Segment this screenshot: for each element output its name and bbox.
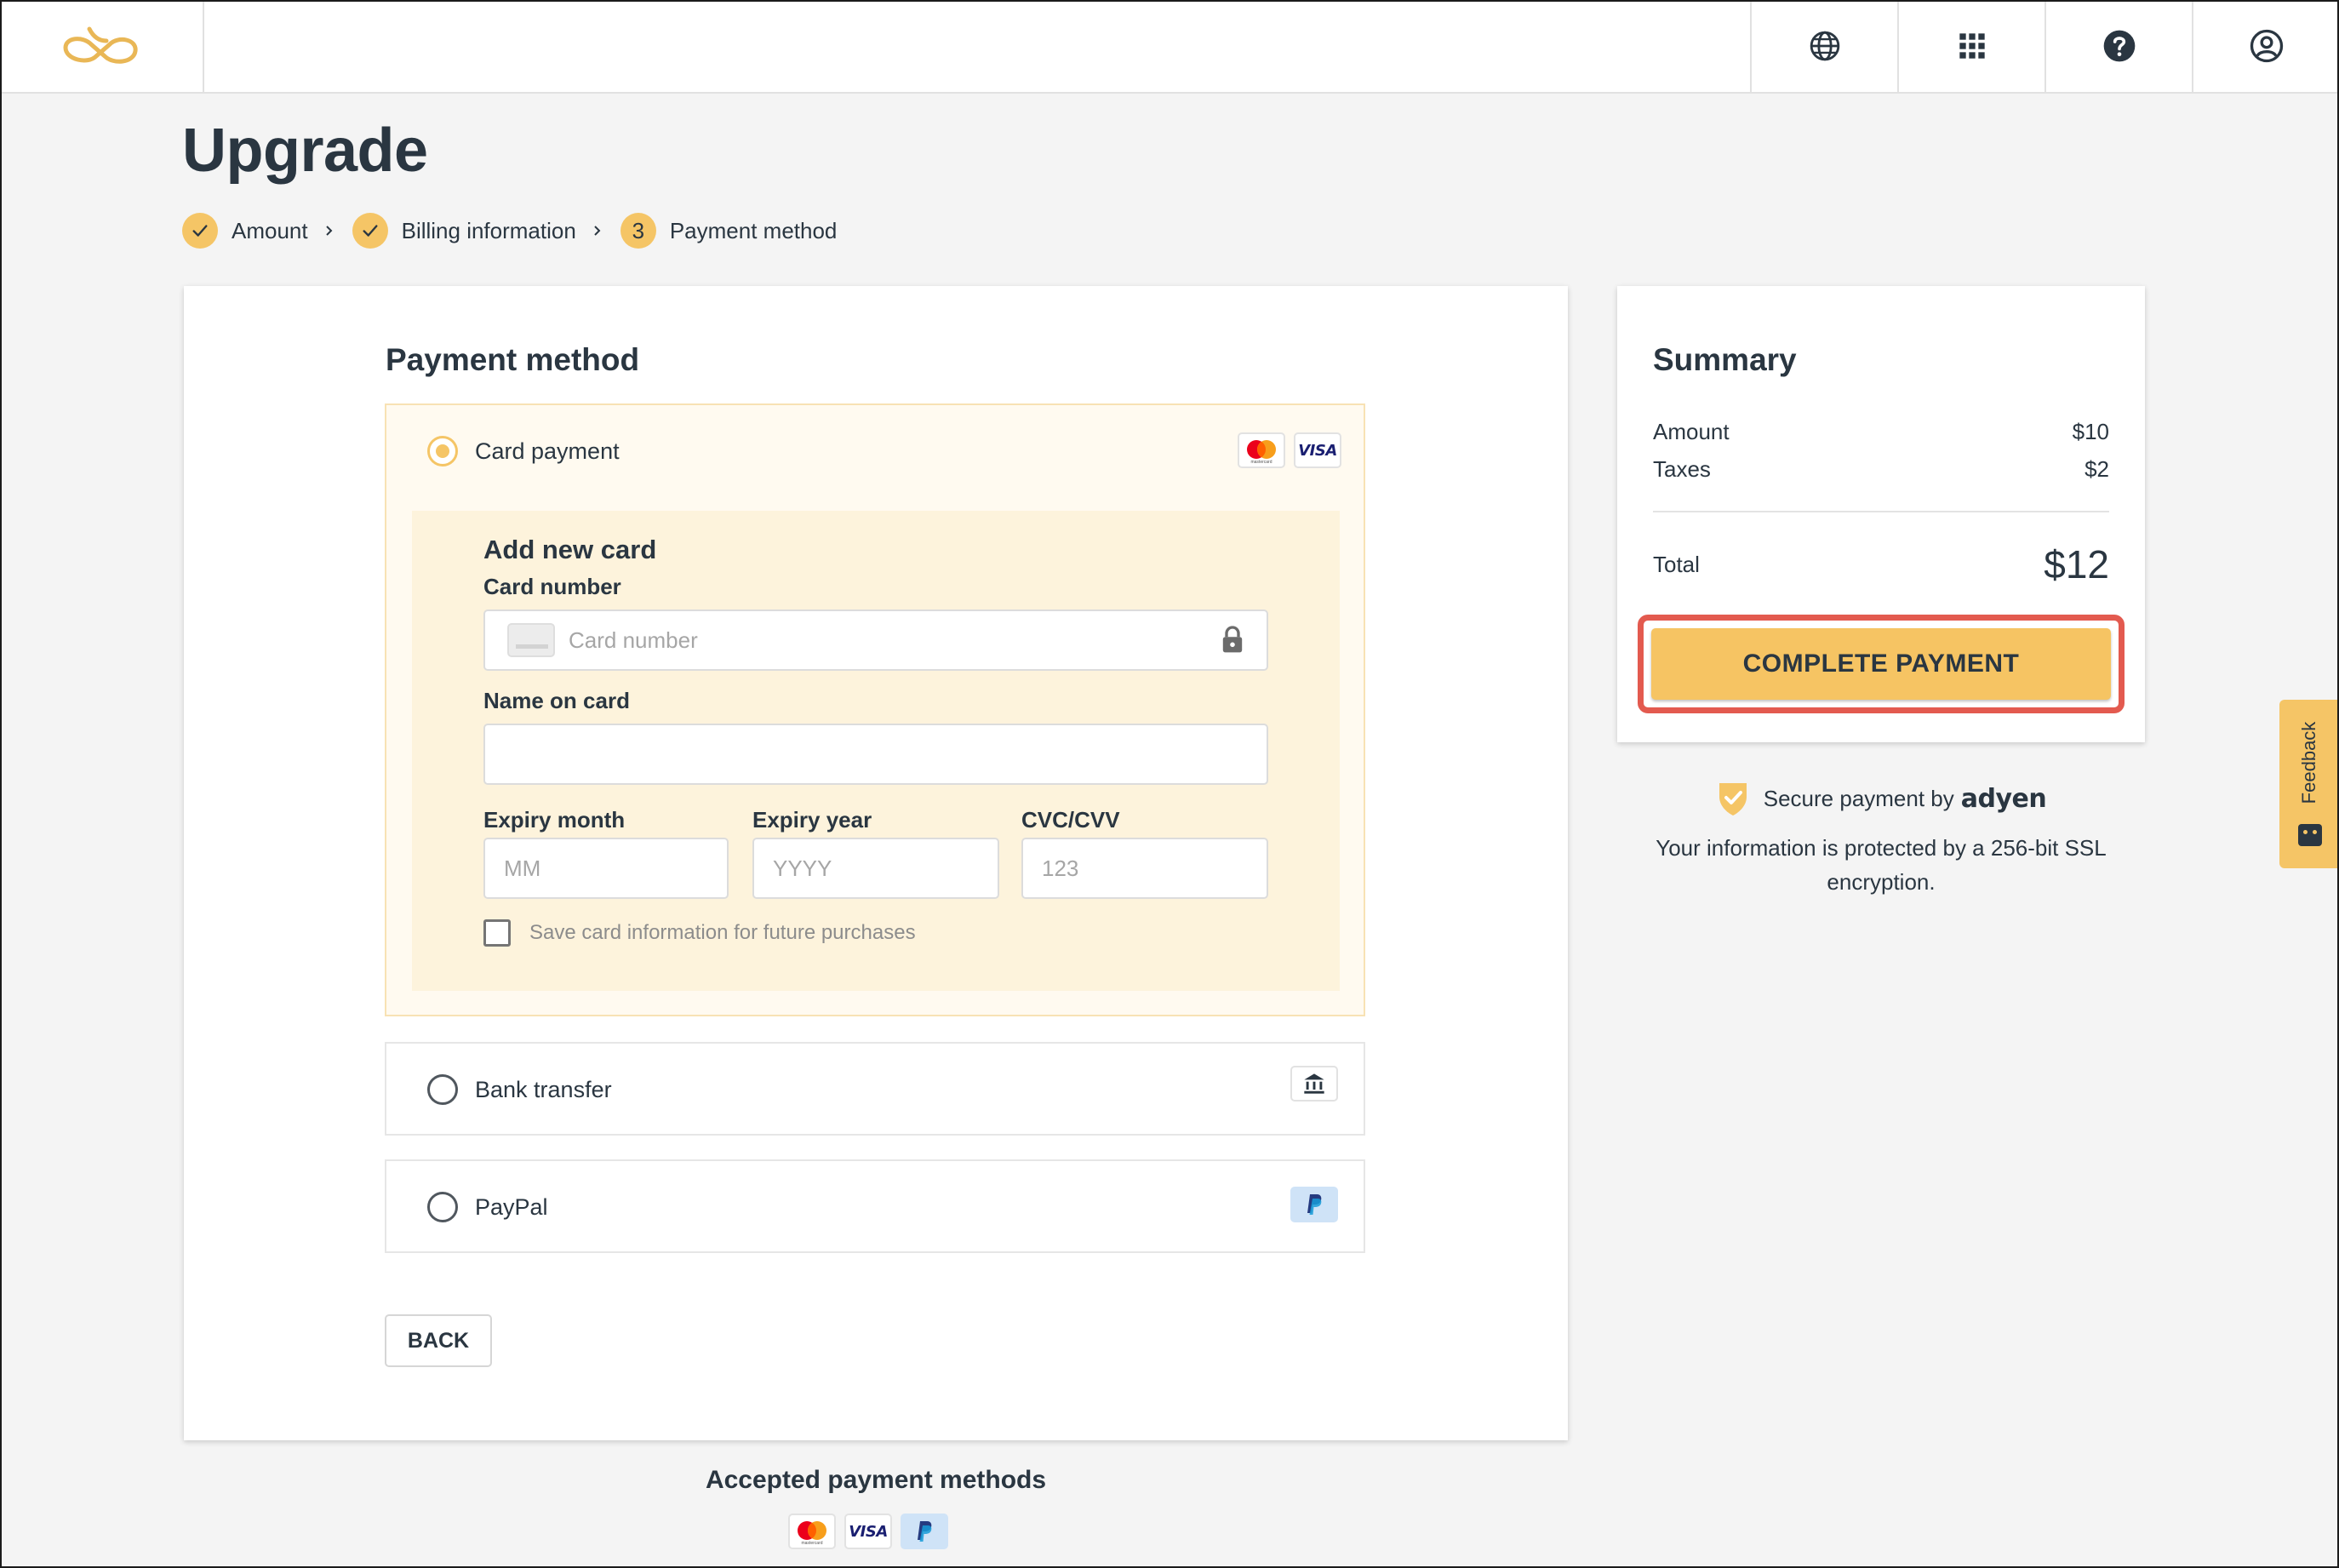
feedback-face-icon xyxy=(2298,824,2322,846)
save-card-checkbox[interactable] xyxy=(483,919,511,947)
paypal-option[interactable]: PayPal xyxy=(385,1159,1365,1253)
bank-transfer-label: Bank transfer xyxy=(475,1076,612,1102)
paypal-icon xyxy=(1307,1194,1322,1215)
step-label: Amount xyxy=(232,217,308,243)
card-placeholder-icon xyxy=(507,623,555,657)
card-payment-label: Card payment xyxy=(475,438,620,464)
chevron-right-icon xyxy=(323,224,335,237)
bank-transfer-radio[interactable] xyxy=(427,1074,458,1105)
mastercard-logo: mastercard xyxy=(788,1514,836,1549)
summary-card: Summary Amount $10 Taxes $2 Total $12 CO… xyxy=(1617,286,2145,742)
card-payment-radio[interactable] xyxy=(427,436,458,466)
form-title: Add new card xyxy=(483,535,657,564)
bank-transfer-header[interactable]: Bank transfer xyxy=(386,1044,1364,1136)
step-complete-badge xyxy=(182,213,218,249)
expiry-year-label: Expiry year xyxy=(752,807,872,833)
card-number-label: Card number xyxy=(483,574,621,599)
summary-row-amount: Amount $10 xyxy=(1653,419,2109,445)
top-navigation-bar xyxy=(0,0,2339,94)
summary-row-value: $2 xyxy=(2085,456,2109,482)
language-button[interactable] xyxy=(1750,0,1897,92)
visa-logo: VISA xyxy=(844,1514,892,1549)
feedback-label: Feedback xyxy=(2298,721,2319,804)
check-icon xyxy=(192,225,208,237)
step-complete-badge xyxy=(352,213,388,249)
apps-grid-icon xyxy=(1959,33,1985,59)
step-label: Payment method xyxy=(669,217,838,243)
total-label: Total xyxy=(1653,552,1700,577)
summary-divider xyxy=(1653,511,2109,512)
infinity-logo-icon xyxy=(63,26,138,64)
name-on-card-label: Name on card xyxy=(483,688,630,713)
step-billing-information[interactable]: Billing information xyxy=(352,213,576,249)
paypal-header[interactable]: PayPal xyxy=(386,1161,1364,1253)
expiry-year-input[interactable] xyxy=(752,838,999,899)
feedback-tab[interactable]: Feedback xyxy=(2279,700,2339,868)
expiry-month-label: Expiry month xyxy=(483,807,626,833)
logo[interactable] xyxy=(0,0,204,92)
adyen-logo: adyen xyxy=(1960,783,2047,814)
mastercard-icon xyxy=(1247,440,1276,459)
paypal-label: PayPal xyxy=(475,1193,548,1220)
step-payment-method: 3 Payment method xyxy=(620,213,838,249)
bank-icon xyxy=(1304,1073,1324,1094)
save-card-label: Save card information for future purchas… xyxy=(529,921,916,944)
visa-logo: VISA xyxy=(1294,432,1341,468)
lock-icon xyxy=(1222,626,1243,653)
paypal-radio[interactable] xyxy=(427,1192,458,1222)
mastercard-logo: mastercard xyxy=(1238,432,1285,468)
mastercard-sub: mastercard xyxy=(1250,460,1272,465)
page-title: Upgrade xyxy=(182,117,428,185)
visa-text: VISA xyxy=(849,1522,888,1541)
secure-payment-text: Secure payment by xyxy=(1763,785,1954,811)
help-icon xyxy=(2103,30,2135,62)
card-payment-header[interactable]: Card payment mastercard VISA xyxy=(386,405,1364,497)
summary-title: Summary xyxy=(1653,342,1797,377)
summary-row-value: $10 xyxy=(2072,419,2109,444)
secure-payment-line: Secure payment by adyen xyxy=(1617,780,2145,817)
visa-text: VISA xyxy=(1298,441,1337,460)
card-payment-option: Card payment mastercard VISA Add new car… xyxy=(385,403,1365,1016)
check-icon xyxy=(363,225,378,237)
payment-method-card: Payment method Card payment mastercard V… xyxy=(184,286,1568,1440)
mastercard-icon xyxy=(798,1521,826,1540)
total-value: $12 xyxy=(2044,542,2109,587)
account-icon xyxy=(2250,29,2283,63)
paypal-icon xyxy=(918,1521,932,1542)
card-number-input[interactable] xyxy=(483,609,1268,671)
step-amount[interactable]: Amount xyxy=(182,213,308,249)
help-button[interactable] xyxy=(2044,0,2192,92)
cvc-label: CVC/CVV xyxy=(1021,807,1120,833)
add-card-form: Add new card Card number Name on card Ex… xyxy=(412,511,1340,991)
back-button[interactable]: BACK xyxy=(385,1314,492,1367)
apps-button[interactable] xyxy=(1897,0,2044,92)
checkout-steps: Amount Billing information 3 Payment met… xyxy=(182,212,837,249)
summary-row-label: Amount xyxy=(1653,419,1730,444)
paypal-logo xyxy=(901,1514,948,1549)
section-title: Payment method xyxy=(386,342,640,377)
bank-transfer-option[interactable]: Bank transfer xyxy=(385,1042,1365,1136)
step-number-badge: 3 xyxy=(620,213,656,249)
accepted-payment-logos: mastercard VISA xyxy=(788,1514,948,1549)
summary-row-label: Taxes xyxy=(1653,456,1711,482)
account-button[interactable] xyxy=(2192,0,2339,92)
bank-logo xyxy=(1290,1066,1338,1102)
paypal-logo xyxy=(1290,1187,1338,1222)
mastercard-sub: mastercard xyxy=(801,1541,823,1546)
accepted-payment-methods-title: Accepted payment methods xyxy=(705,1466,1047,1494)
save-card-option[interactable]: Save card information for future purchas… xyxy=(483,919,916,947)
summary-row-taxes: Taxes $2 xyxy=(1653,456,2109,483)
globe-icon xyxy=(1810,31,1839,61)
chevron-right-icon xyxy=(592,224,603,237)
complete-payment-button[interactable]: COMPLETE PAYMENT xyxy=(1651,628,2111,700)
ssl-encryption-note: Your information is protected by a 256-b… xyxy=(1656,835,2107,895)
cvc-input[interactable] xyxy=(1021,838,1268,899)
expiry-month-input[interactable] xyxy=(483,838,729,899)
shield-check-icon xyxy=(1719,783,1747,815)
step-label: Billing information xyxy=(401,217,576,243)
name-on-card-input[interactable] xyxy=(483,724,1268,785)
